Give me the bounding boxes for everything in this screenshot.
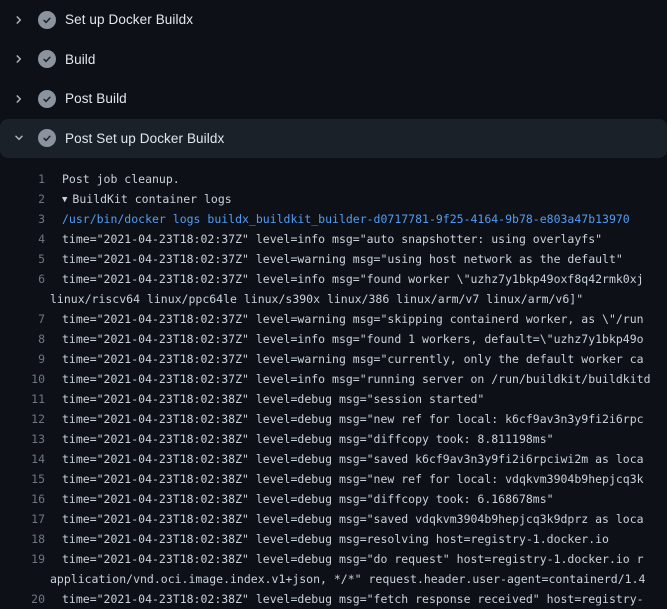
check-circle-icon bbox=[38, 90, 56, 108]
log-line-text: time="2021-04-23T18:02:38Z" level=debug … bbox=[62, 452, 644, 466]
log-line-text: time="2021-04-23T18:02:37Z" level=info m… bbox=[62, 372, 651, 386]
log-line-number[interactable]: 5 bbox=[0, 252, 45, 266]
log-line: 14 time="2021-04-23T18:02:38Z" level=debu… bbox=[0, 449, 667, 469]
log-line: 8 time="2021-04-23T18:02:37Z" level=info … bbox=[0, 329, 667, 349]
log-line-text: time="2021-04-23T18:02:38Z" level=debug … bbox=[62, 532, 609, 546]
log-line-number[interactable]: 15 bbox=[0, 472, 45, 486]
log-line-text: time="2021-04-23T18:02:37Z" level=warnin… bbox=[62, 312, 644, 326]
log-line-text: Post job cleanup. bbox=[62, 172, 180, 186]
log-line-text: time="2021-04-23T18:02:38Z" level=debug … bbox=[62, 592, 644, 606]
log-line-text: time="2021-04-23T18:02:38Z" level=debug … bbox=[62, 472, 644, 486]
log-line-text: time="2021-04-23T18:02:37Z" level=info m… bbox=[62, 272, 644, 286]
log-line-number[interactable]: 13 bbox=[0, 432, 45, 446]
log-line-number[interactable]: 8 bbox=[0, 332, 45, 346]
log-line-number[interactable]: 16 bbox=[0, 492, 45, 506]
group-expanded-triangle-icon: ▼ bbox=[62, 195, 67, 205]
step-label: Set up Docker Buildx bbox=[65, 12, 193, 27]
step-label: Post Build bbox=[65, 91, 127, 106]
log-line-number[interactable]: 7 bbox=[0, 312, 45, 326]
log-line-text: time="2021-04-23T18:02:38Z" level=debug … bbox=[62, 392, 484, 406]
log-line-text: linux/riscv64 linux/ppc64le linux/s390x … bbox=[50, 292, 583, 306]
check-circle-icon bbox=[38, 50, 56, 68]
log-line-number[interactable]: 18 bbox=[0, 532, 45, 546]
log-line-text: time="2021-04-23T18:02:37Z" level=warnin… bbox=[62, 252, 623, 266]
log-line: 4 time="2021-04-23T18:02:37Z" level=info … bbox=[0, 229, 667, 249]
log-line-number[interactable]: 20 bbox=[0, 592, 45, 606]
log-line-number[interactable]: 17 bbox=[0, 512, 45, 526]
log-line-number[interactable]: 2 bbox=[0, 192, 45, 206]
log-line: 1 Post job cleanup. bbox=[0, 169, 667, 189]
step-label: Build bbox=[65, 52, 96, 67]
log-line-text: time="2021-04-23T18:02:38Z" level=debug … bbox=[62, 512, 644, 526]
chevron-right-icon bbox=[12, 52, 26, 66]
log-line: 17 time="2021-04-23T18:02:38Z" level=debu… bbox=[0, 509, 667, 529]
check-circle-icon bbox=[38, 129, 56, 147]
log-line-text: time="2021-04-23T18:02:38Z" level=debug … bbox=[62, 492, 554, 506]
log-line-number[interactable]: 12 bbox=[0, 412, 45, 426]
log-line-text: time="2021-04-23T18:02:38Z" level=debug … bbox=[62, 432, 554, 446]
log-line: application/vnd.oci.image.index.v1+json,… bbox=[0, 569, 667, 589]
log-line: 11 time="2021-04-23T18:02:38Z" level=debu… bbox=[0, 389, 667, 409]
log-line: 13 time="2021-04-23T18:02:38Z" level=debu… bbox=[0, 429, 667, 449]
log-group-toggle[interactable]: ▼BuildKit container logs bbox=[62, 192, 232, 206]
log-line-number[interactable]: 9 bbox=[0, 352, 45, 366]
log-line: 10 time="2021-04-23T18:02:37Z" level=info… bbox=[0, 369, 667, 389]
check-circle-icon bbox=[38, 11, 56, 29]
log-line-number[interactable]: 6 bbox=[0, 272, 45, 286]
chevron-down-icon bbox=[12, 131, 26, 145]
log-line-number[interactable]: 10 bbox=[0, 372, 45, 386]
step-header-build[interactable]: Build bbox=[0, 40, 667, 80]
step-header-post-build[interactable]: Post Build bbox=[0, 79, 667, 119]
step-header-set-up-docker-buildx[interactable]: Set up Docker Buildx bbox=[0, 0, 667, 40]
steps-list: Set up Docker Buildx Build Post Build Po… bbox=[0, 0, 667, 158]
log-line: 18 time="2021-04-23T18:02:38Z" level=debu… bbox=[0, 529, 667, 549]
log-line-number[interactable]: 3 bbox=[0, 212, 45, 226]
log-line-number[interactable]: 14 bbox=[0, 452, 45, 466]
log-line: 19 time="2021-04-23T18:02:38Z" level=debu… bbox=[0, 549, 667, 569]
log-command-text: /usr/bin/docker logs buildx_buildkit_bui… bbox=[62, 212, 630, 226]
log-line-text: time="2021-04-23T18:02:37Z" level=warnin… bbox=[62, 352, 644, 366]
log-line: 12 time="2021-04-23T18:02:38Z" level=debu… bbox=[0, 409, 667, 429]
log-line: 16 time="2021-04-23T18:02:38Z" level=debu… bbox=[0, 489, 667, 509]
log-line-text: application/vnd.oci.image.index.v1+json,… bbox=[50, 572, 645, 586]
log-line: 20 time="2021-04-23T18:02:38Z" level=debu… bbox=[0, 589, 667, 609]
log-line-number[interactable]: 1 bbox=[0, 172, 45, 186]
step-header-post-set-up-docker-buildx[interactable]: Post Set up Docker Buildx bbox=[0, 119, 667, 159]
log-line-number[interactable]: 11 bbox=[0, 392, 45, 406]
log-lines: 1 Post job cleanup. 2 ▼BuildKit container l… bbox=[0, 158, 667, 609]
log-line: 9 time="2021-04-23T18:02:37Z" level=warni… bbox=[0, 349, 667, 369]
log-line: 7 time="2021-04-23T18:02:37Z" level=warni… bbox=[0, 309, 667, 329]
log-line-text: time="2021-04-23T18:02:37Z" level=info m… bbox=[62, 332, 644, 346]
log-line-number[interactable]: 19 bbox=[0, 552, 45, 566]
log-line: 5 time="2021-04-23T18:02:37Z" level=warni… bbox=[0, 249, 667, 269]
log-line: 15 time="2021-04-23T18:02:38Z" level=debu… bbox=[0, 469, 667, 489]
log-line: 2 ▼BuildKit container logs bbox=[0, 189, 667, 209]
chevron-right-icon bbox=[12, 92, 26, 106]
chevron-right-icon bbox=[12, 13, 26, 27]
log-line: linux/riscv64 linux/ppc64le linux/s390x … bbox=[0, 289, 667, 309]
log-line: 6 time="2021-04-23T18:02:37Z" level=info … bbox=[0, 269, 667, 289]
log-line-text: time="2021-04-23T18:02:38Z" level=debug … bbox=[62, 552, 644, 566]
step-label: Post Set up Docker Buildx bbox=[65, 131, 224, 146]
log-line-number[interactable]: 4 bbox=[0, 232, 45, 246]
log-line-text: time="2021-04-23T18:02:38Z" level=debug … bbox=[62, 412, 644, 426]
log-line: 3/usr/bin/docker logs buildx_buildkit_bu… bbox=[0, 209, 667, 229]
log-line-text: time="2021-04-23T18:02:37Z" level=info m… bbox=[62, 232, 602, 246]
